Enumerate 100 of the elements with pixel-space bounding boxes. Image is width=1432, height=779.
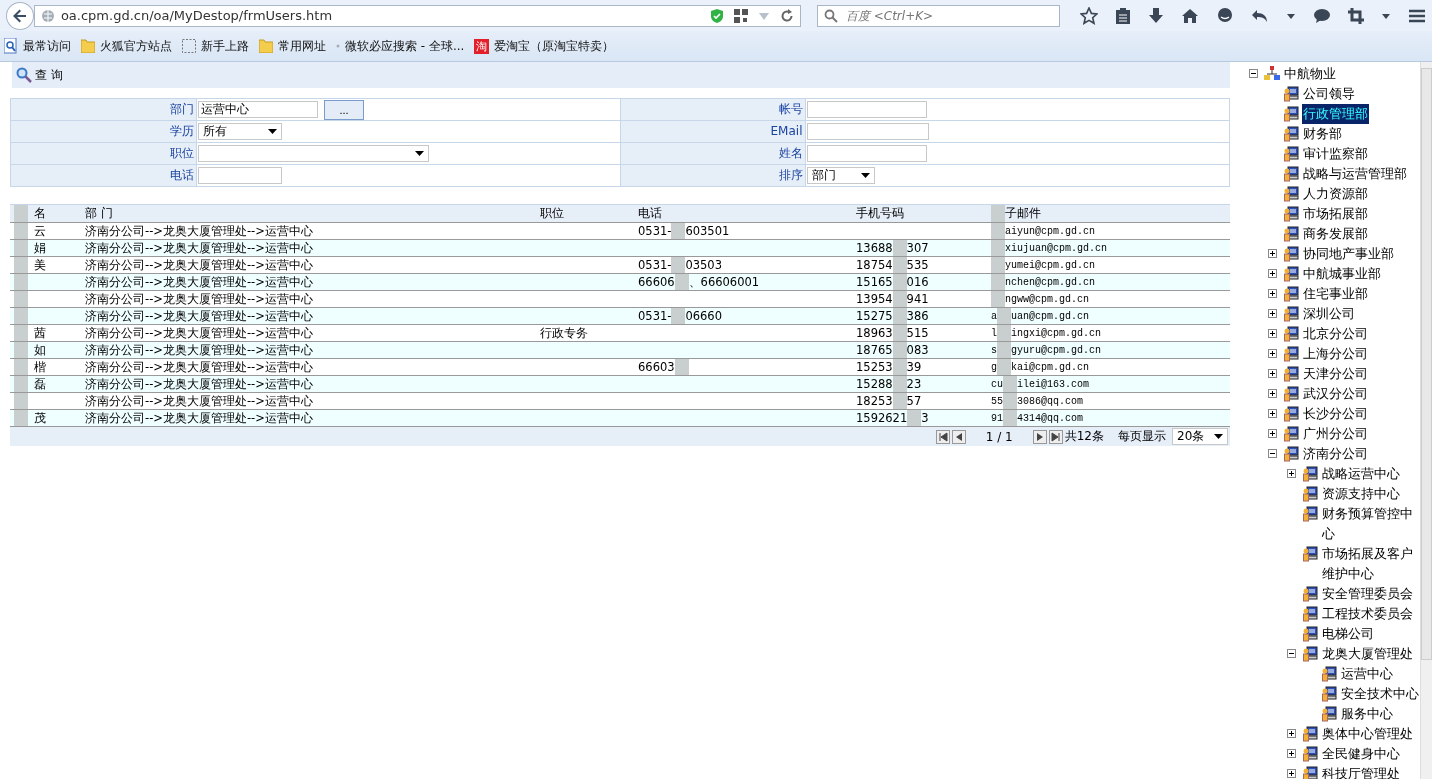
tree-item[interactable]: 财务部 — [1302, 124, 1343, 144]
bookmark-item[interactable]: 淘 爱淘宝（原淘宝特卖） — [474, 37, 615, 55]
tree-item[interactable]: 战略运营中心 — [1321, 464, 1401, 484]
expander-icon[interactable] — [1268, 409, 1277, 418]
expander-icon[interactable] — [1268, 249, 1277, 258]
bookmark-item[interactable]: 最常访问 — [4, 37, 71, 55]
dropdown-icon[interactable] — [1286, 11, 1296, 20]
bookmark-item[interactable]: 常用网址 — [259, 37, 326, 55]
expander-icon[interactable] — [1287, 749, 1296, 758]
crop-icon[interactable] — [1348, 7, 1364, 24]
user-computer-icon — [1283, 246, 1299, 262]
tree-item[interactable]: 科技厅管理处 — [1321, 764, 1401, 779]
search-field[interactable]: 百度 <Ctrl+K> — [816, 4, 1060, 27]
expander-icon[interactable] — [1287, 769, 1296, 778]
text-field[interactable] — [198, 167, 282, 184]
expander-icon[interactable] — [1287, 729, 1296, 738]
tree-item[interactable]: 市场拓展部 — [1302, 204, 1369, 224]
tree-item[interactable]: 天津分公司 — [1302, 364, 1369, 384]
tree-item[interactable]: 武汉分公司 — [1302, 384, 1369, 404]
previous-page-icon[interactable] — [951, 429, 966, 444]
clipboard-icon[interactable] — [1115, 6, 1131, 25]
tree-item[interactable]: 运营中心 — [1340, 664, 1394, 684]
first-page-icon[interactable] — [935, 429, 950, 444]
tree-item[interactable]: 服务中心 — [1340, 704, 1394, 724]
tree-item[interactable]: 深圳公司 — [1302, 304, 1356, 324]
tree-item[interactable]: 中航城事业部 — [1302, 264, 1382, 284]
tree-item[interactable]: 安全管理委员会 — [1321, 584, 1414, 604]
download-icon[interactable] — [1148, 6, 1164, 25]
tree-item[interactable]: 资源支持中心 — [1321, 484, 1401, 504]
expander-icon[interactable] — [1268, 389, 1277, 398]
table-cell: 03503 — [685, 258, 722, 272]
expander-icon[interactable] — [1268, 289, 1277, 298]
bookmark-item[interactable]: 火狐官方站点 — [81, 37, 172, 55]
table-cell: 66606 — [638, 275, 675, 289]
select-field[interactable]: 所有 — [198, 123, 282, 140]
tree-item[interactable]: 上海分公司 — [1302, 344, 1369, 364]
tree-item[interactable]: 审计监察部 — [1302, 144, 1369, 164]
expander-icon[interactable] — [1268, 369, 1277, 378]
text-field[interactable] — [806, 101, 927, 118]
table-cell: yumei@cpm.gd.cn — [1005, 259, 1095, 271]
tree-item[interactable]: 财务预算管控中心 — [1321, 504, 1421, 544]
expander-icon[interactable] — [1287, 469, 1296, 478]
expander-icon[interactable] — [1268, 269, 1277, 278]
select-field[interactable]: 部门 — [806, 167, 875, 184]
field-label: EMail — [620, 121, 806, 142]
chat-icon[interactable] — [1216, 6, 1234, 25]
table-cell: xiujuan@cpm.gd.cn — [1005, 242, 1108, 254]
bookmark-item[interactable]: 新手上路 — [182, 37, 249, 55]
tree-item[interactable]: 公司领导 — [1302, 84, 1356, 104]
next-page-icon[interactable] — [1032, 429, 1047, 444]
text-field[interactable] — [806, 123, 929, 140]
star-icon[interactable] — [1080, 6, 1098, 25]
tree-item[interactable]: 战略与运营管理部 — [1302, 164, 1408, 184]
expander-icon[interactable] — [1268, 329, 1277, 338]
tree-item[interactable]: 协同地产事业部 — [1302, 244, 1395, 264]
table-cell: 515 — [906, 326, 929, 340]
speech-bubble-icon[interactable] — [1313, 7, 1331, 24]
menu-icon[interactable] — [1408, 7, 1426, 24]
home-icon[interactable] — [1181, 7, 1199, 24]
table-cell-text: 济南分公司-->龙奥大厦管理处-->运营中心 — [85, 257, 314, 273]
tree-item[interactable]: 长沙分公司 — [1302, 404, 1369, 424]
scrollbar[interactable] — [1420, 62, 1432, 779]
select-field[interactable] — [198, 145, 429, 162]
reload-icon[interactable] — [779, 8, 794, 23]
tree-item[interactable]: 电梯公司 — [1321, 624, 1375, 644]
tree-item[interactable]: 全民健身中心 — [1321, 744, 1401, 764]
page-search-icon — [4, 38, 18, 54]
back-button[interactable] — [6, 1, 34, 30]
expander-icon[interactable] — [1268, 429, 1277, 438]
query-button[interactable]: 查 询 — [12, 66, 67, 84]
expander-icon[interactable] — [1268, 349, 1277, 358]
tree-item[interactable]: 市场拓展及客户维护中心 — [1321, 544, 1421, 584]
tree-item[interactable]: 北京分公司 — [1302, 324, 1369, 344]
tree-item[interactable]: 龙奥大厦管理处 — [1321, 644, 1414, 664]
text-field[interactable]: 运营中心 — [198, 101, 318, 118]
qr-code-icon[interactable] — [733, 8, 748, 23]
expander-icon[interactable] — [1287, 649, 1296, 658]
browse-button[interactable]: ... — [324, 99, 364, 120]
bookmark-item[interactable]: 微软必应搜索 - 全球... — [336, 37, 465, 55]
expander-icon[interactable] — [1268, 449, 1277, 458]
tree-item[interactable]: 济南分公司 — [1302, 444, 1369, 464]
address-bar[interactable]: oa.cpm.gd.cn/oa/MyDestop/frmUsers.htm — [33, 4, 801, 27]
tree-item[interactable]: 行政管理部 — [1302, 104, 1369, 124]
tree-item[interactable]: 商务发展部 — [1302, 224, 1369, 244]
page-size-select[interactable]: 20条 — [1172, 428, 1228, 445]
tree-item[interactable]: 安全技术中心 — [1340, 684, 1420, 704]
tree-item[interactable]: 中航物业 — [1283, 64, 1337, 84]
shield-icon[interactable] — [709, 7, 724, 24]
table-cell: nchen@cpm.gd.cn — [1005, 276, 1095, 288]
tree-item[interactable]: 工程技术委员会 — [1321, 604, 1414, 624]
expander-icon[interactable] — [1268, 309, 1277, 318]
tree-item[interactable]: 人力资源部 — [1302, 184, 1369, 204]
dropdown-icon[interactable] — [1381, 11, 1391, 20]
expander-icon[interactable] — [1249, 69, 1258, 78]
tree-item[interactable]: 奥体中心管理处 — [1321, 724, 1414, 744]
tree-item[interactable]: 住宅事业部 — [1302, 284, 1369, 304]
tree-item[interactable]: 广州分公司 — [1302, 424, 1369, 444]
text-field[interactable] — [806, 145, 927, 162]
table-cell-text: 济南分公司-->龙奥大厦管理处-->运营中心 — [85, 240, 314, 256]
last-page-icon[interactable] — [1048, 429, 1063, 444]
